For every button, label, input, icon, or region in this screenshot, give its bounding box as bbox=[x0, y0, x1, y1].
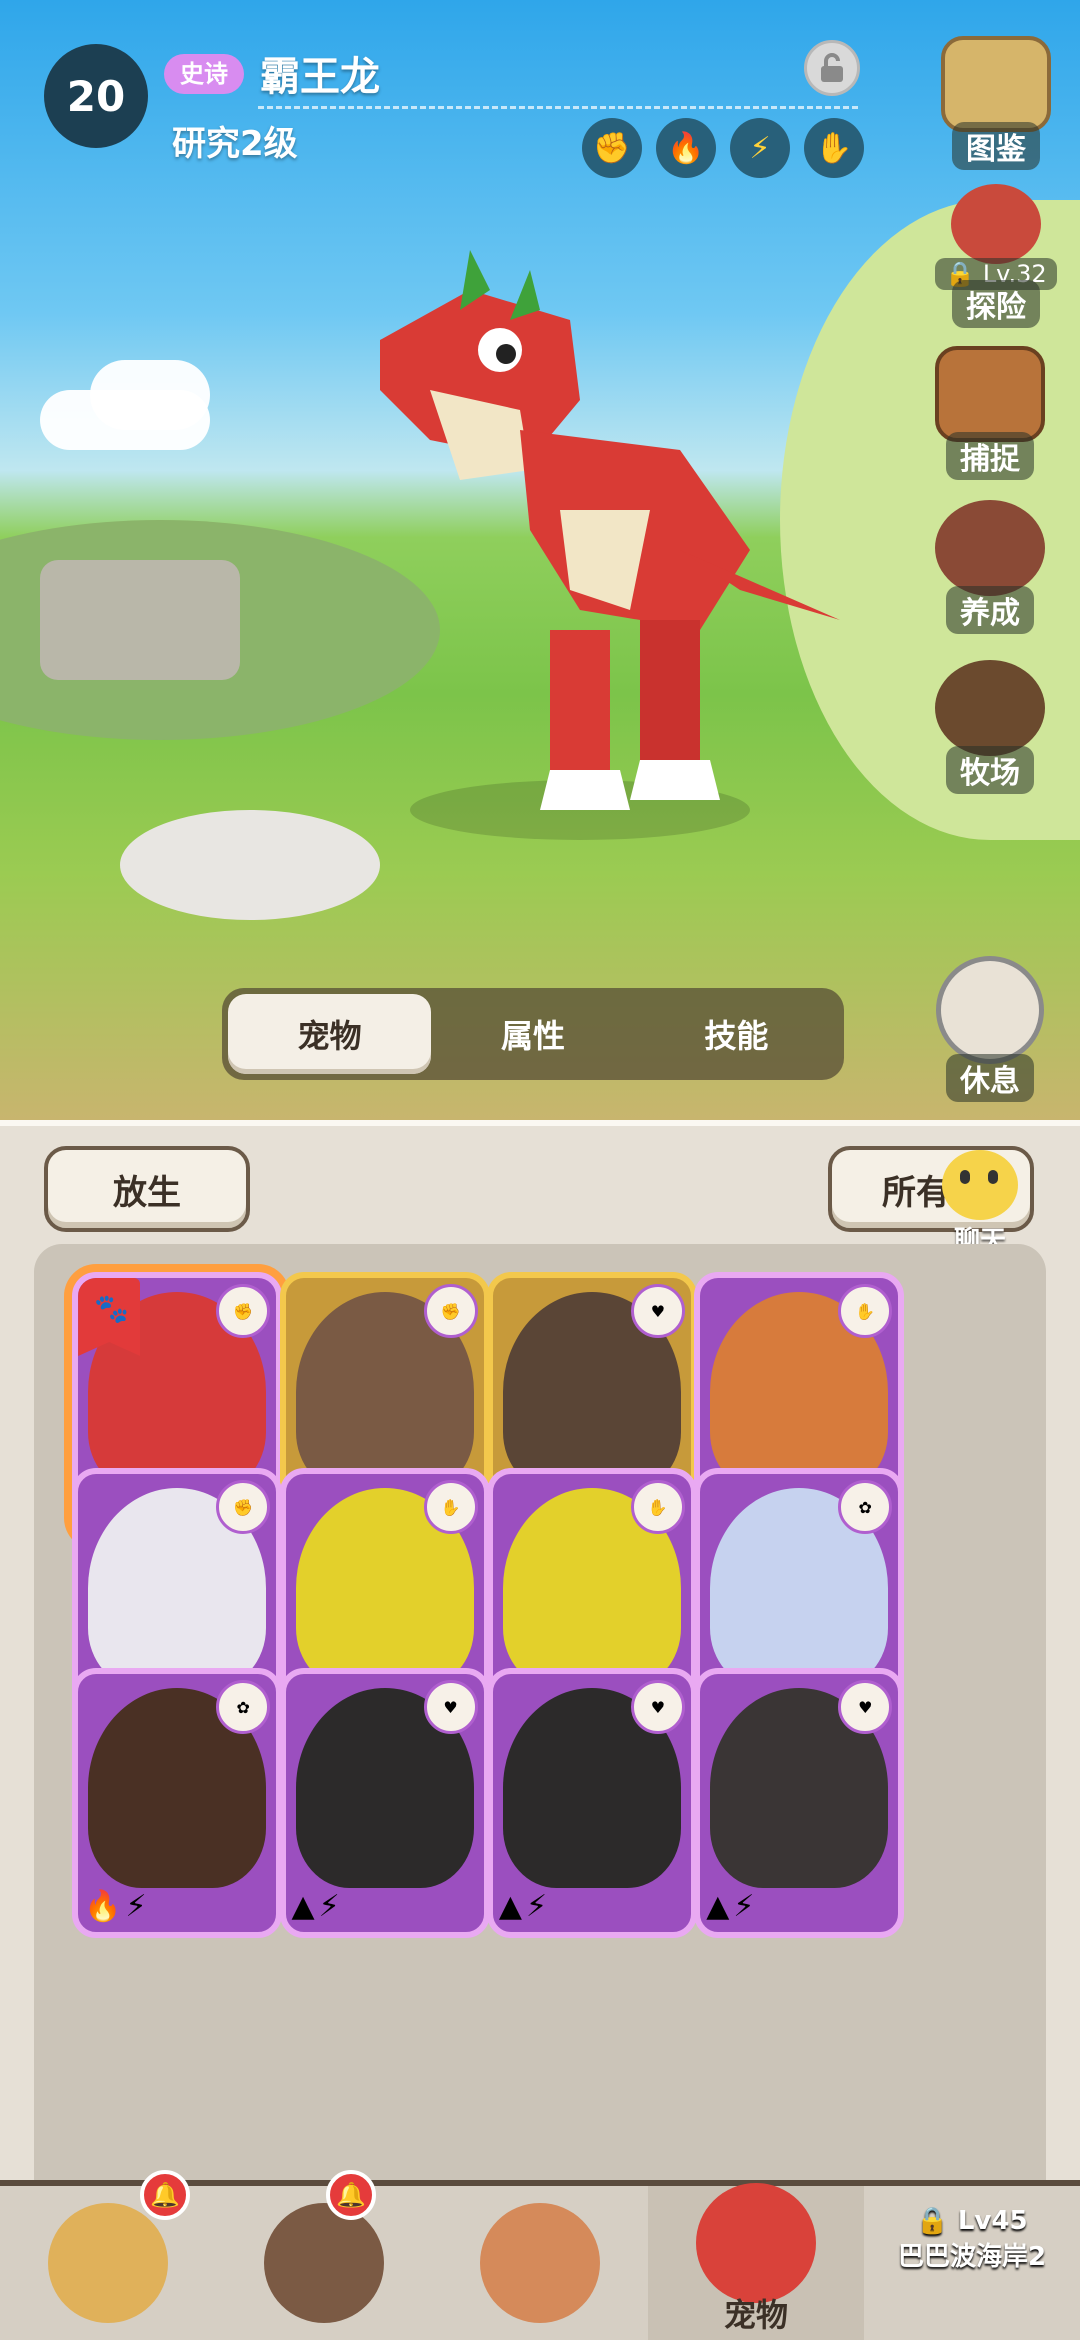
tab-skills[interactable]: 技能 bbox=[635, 994, 838, 1074]
element-badge-icon: ✿ bbox=[838, 1480, 893, 1534]
lightning-icon: ⚡ bbox=[730, 118, 790, 178]
attribute-icons: ✊ 🔥 ⚡ ✋ bbox=[582, 118, 864, 178]
element-badge-icon: ✊ bbox=[216, 1284, 271, 1338]
cage-icon bbox=[935, 346, 1045, 442]
adventure-button[interactable]: 🔒 Lv.32 探险 bbox=[916, 184, 1076, 328]
element-badge-icon: ✋ bbox=[423, 1480, 478, 1534]
element-badge-icon: ✋ bbox=[838, 1284, 893, 1338]
tab-attributes[interactable]: 属性 bbox=[431, 994, 634, 1074]
notification-bell-icon: 🔔 bbox=[326, 2170, 376, 2220]
rarity-badge: 史诗 bbox=[164, 54, 244, 94]
pet-showcase-scene: 20 史诗 霸王龙 研究2级 ✊ 🔥 ⚡ ✋ 图鉴 🔒 Lv.32 探险 捕捉 … bbox=[0, 0, 1080, 1120]
research-level: 研究2级 bbox=[172, 124, 298, 164]
locked-area-info: 🔒 Lv45 巴巴波海岸2 bbox=[864, 2206, 1080, 2273]
handbook-label: 图鉴 bbox=[952, 122, 1040, 170]
element-badge-icon: ✊ bbox=[216, 1480, 271, 1534]
nav-character[interactable]: 🔔 bbox=[216, 2170, 432, 2340]
element-icons: ▲ ⚡ bbox=[291, 1889, 340, 1924]
element-badge-icon: ✿ bbox=[216, 1680, 271, 1734]
nav-pets-label: 宠物 bbox=[723, 2296, 788, 2334]
cloud bbox=[90, 360, 210, 430]
divider bbox=[258, 106, 858, 109]
lock-button[interactable] bbox=[804, 40, 860, 96]
chat-icon bbox=[942, 1150, 1018, 1220]
breed-icon bbox=[935, 500, 1045, 596]
adventure-icon bbox=[951, 184, 1041, 264]
pet-card-warthog-2[interactable]: ♥ ▲ ⚡ bbox=[486, 1668, 697, 1938]
nav-locked-area[interactable]: 🔒 Lv45 巴巴波海岸2 bbox=[864, 2186, 1080, 2340]
character-icon bbox=[264, 2203, 384, 2323]
element-badge-icon: ♥ bbox=[838, 1680, 893, 1734]
pet-card-fire-monkey[interactable]: ✿ 🔥 ⚡ bbox=[72, 1668, 283, 1938]
rest-label: 休息 bbox=[946, 1054, 1034, 1102]
notification-bell-icon: 🔔 bbox=[140, 2170, 190, 2220]
adventure-label: 探险 bbox=[952, 280, 1040, 328]
pet-grid: ✊🔥⚡🐾✊⚡▲♥▲❄✋🔥⚡✊❄🔥✋⚡▲✋⚡▲✿❄▲✿🔥⚡♥▲⚡♥▲⚡♥▲⚡ bbox=[34, 1244, 1046, 2184]
bottom-nav: 🔔 🔔 宠物 🔒 Lv45 巴巴波海岸2 bbox=[0, 2170, 1080, 2340]
sleep-icon bbox=[936, 956, 1044, 1064]
ranch-icon bbox=[935, 660, 1045, 756]
element-badge-icon: ♥ bbox=[630, 1680, 685, 1734]
element-icons: ▲ ⚡ bbox=[706, 1889, 755, 1924]
trex-pet-model bbox=[380, 250, 840, 840]
book-icon bbox=[941, 36, 1051, 132]
release-button[interactable]: 放生 bbox=[44, 1146, 250, 1232]
element-icons: ▲ ⚡ bbox=[498, 1889, 548, 1924]
pet-card-warthog[interactable]: ♥ ▲ ⚡ bbox=[279, 1668, 490, 1938]
breed-button[interactable]: 养成 bbox=[920, 500, 1060, 634]
nav-pets[interactable]: 宠物 bbox=[648, 2183, 864, 2340]
element-badge-icon: ✊ bbox=[423, 1284, 478, 1338]
pet-icon bbox=[696, 2183, 816, 2303]
pet-name: 霸王龙 bbox=[260, 54, 380, 100]
element-badge-icon: ♥ bbox=[630, 1284, 685, 1338]
locked-level: Lv45 bbox=[957, 2206, 1028, 2236]
pet-card-boar[interactable]: ♥ ▲ ⚡ bbox=[694, 1668, 905, 1938]
mineral-icon: ✋ bbox=[804, 118, 864, 178]
pet-level-badge: 20 bbox=[44, 44, 148, 148]
nav-tribe[interactable]: 🔔 bbox=[0, 2170, 216, 2340]
capture-button[interactable]: 捕捉 bbox=[920, 346, 1060, 480]
tribe-icon bbox=[48, 2203, 168, 2323]
capture-label: 捕捉 bbox=[946, 432, 1034, 480]
nav-totem[interactable] bbox=[432, 2186, 648, 2340]
padlock-icon bbox=[821, 53, 843, 82]
rock bbox=[40, 560, 240, 680]
breed-label: 养成 bbox=[946, 586, 1034, 634]
totem-icon bbox=[480, 2203, 600, 2323]
chat-button[interactable]: 聊天 bbox=[920, 1150, 1040, 1257]
handbook-button[interactable]: 图鉴 bbox=[926, 36, 1066, 170]
beast-icon: ✊ bbox=[582, 118, 642, 178]
tab-pets[interactable]: 宠物 bbox=[228, 994, 432, 1074]
element-badge-icon: ✋ bbox=[630, 1480, 685, 1534]
fire-icon: 🔥 bbox=[656, 118, 716, 178]
element-icons: 🔥⚡ bbox=[84, 1889, 147, 1924]
rest-button[interactable]: 休息 bbox=[920, 956, 1060, 1102]
locked-area-name: 巴巴波海岸2 bbox=[897, 2242, 1047, 2272]
ranch-label: 牧场 bbox=[946, 746, 1034, 794]
detail-tabs: 宠物 属性 技能 bbox=[222, 988, 844, 1080]
element-badge-icon: ♥ bbox=[423, 1680, 478, 1734]
ranch-button[interactable]: 牧场 bbox=[920, 660, 1060, 794]
